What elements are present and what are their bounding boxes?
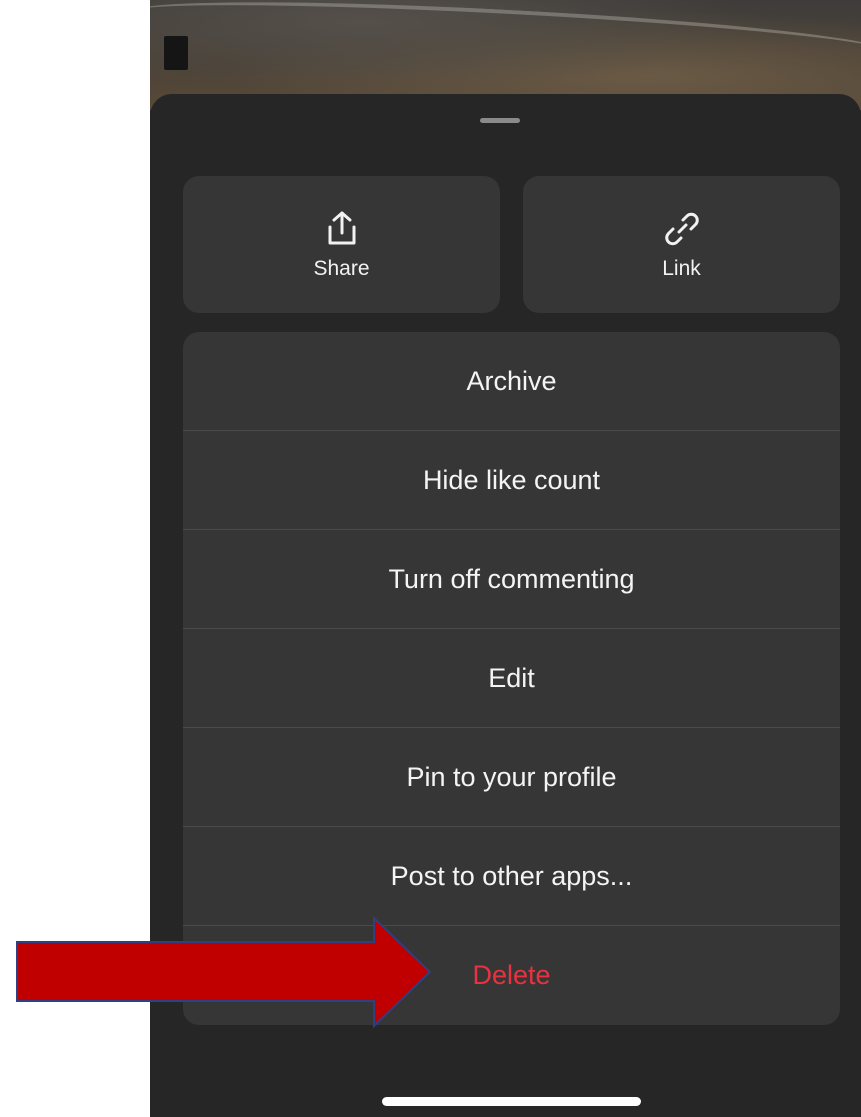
photo-object xyxy=(164,36,188,70)
share-button[interactable]: Share xyxy=(183,176,500,313)
pin-to-profile-button[interactable]: Pin to your profile xyxy=(183,728,840,827)
annotation-arrow-icon xyxy=(16,915,432,1029)
hide-like-count-button[interactable]: Hide like count xyxy=(183,431,840,530)
archive-button[interactable]: Archive xyxy=(183,332,840,431)
link-button[interactable]: Link xyxy=(523,176,840,313)
home-indicator xyxy=(382,1097,641,1106)
share-icon xyxy=(322,209,362,249)
link-label: Link xyxy=(662,256,701,280)
link-icon xyxy=(662,209,702,249)
share-label: Share xyxy=(313,256,370,280)
turn-off-commenting-button[interactable]: Turn off commenting xyxy=(183,530,840,629)
sheet-grabber[interactable] xyxy=(480,118,520,123)
edit-button[interactable]: Edit xyxy=(183,629,840,728)
photo-wave xyxy=(150,0,861,74)
